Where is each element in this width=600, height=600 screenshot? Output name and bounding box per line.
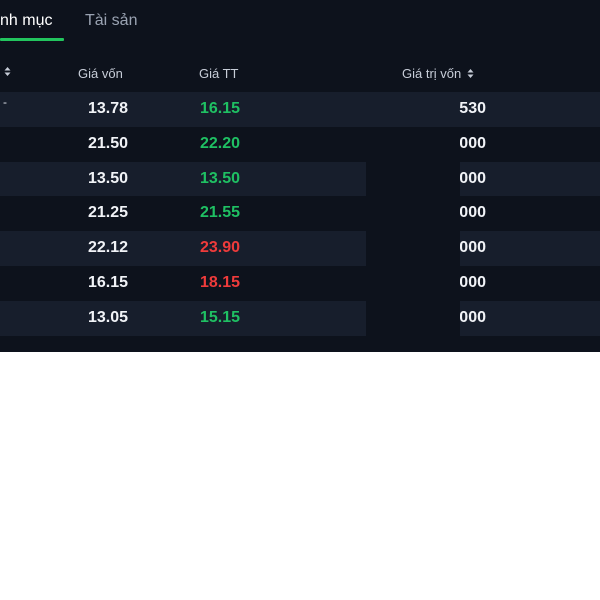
market-price-cell: 15.15 (199, 308, 240, 326)
header-cost-value[interactable]: Giá trị vốn (402, 66, 474, 81)
cost-price-cell: 13.50 (87, 169, 128, 187)
cost-value-cell: 530 (459, 100, 486, 117)
tab-bar: nh mục Tài sản (0, 0, 600, 42)
cost-price-cell: 13.05 (87, 308, 128, 326)
table-header: Giá vốn Giá TT Giá trị vốn (0, 58, 600, 90)
tab-portfolio[interactable]: nh mục (0, 10, 52, 32)
portfolio-panel: nh mục Tài sản Giá vốn Giá TT Giá trị vố… (0, 0, 600, 352)
table-row[interactable]: 13.50 13.50 000 (0, 161, 600, 197)
market-price-cell: 18.15 (199, 273, 240, 291)
table-row[interactable]: 13.05 15.15 000 (0, 300, 600, 336)
tab-assets[interactable]: Tài sản (85, 10, 137, 32)
table-row[interactable]: 16.15 18.15 000 (0, 266, 600, 301)
market-price-cell: 16.15 (199, 100, 240, 117)
row-first-cell: - (3, 95, 7, 109)
cost-price-cell: 21.25 (87, 204, 128, 222)
header-cost-price: Giá vốn (78, 66, 123, 81)
hidden-value-mask (366, 128, 460, 342)
header-market-price: Giá TT (199, 66, 239, 81)
market-price-cell: 23.90 (199, 239, 240, 257)
holdings-table: -13.78 16.15 530 21.50 22.20 000 13.50 13.50 000… (0, 92, 600, 336)
table-row[interactable]: 21.50 22.20 000 (0, 127, 600, 162)
cost-price-cell: 22.12 (87, 239, 128, 257)
table-row[interactable]: - 13.78 16.15 530 (0, 92, 600, 127)
sort-icon[interactable] (467, 68, 474, 79)
header-cost-value-label: Giá trị vốn (402, 66, 462, 81)
table-row[interactable]: 22.12 23.90 000 (0, 231, 600, 266)
active-tab-indicator (0, 38, 64, 41)
market-price-cell: 21.55 (199, 204, 240, 222)
cost-price-cell: 13.78 (87, 100, 128, 117)
table-row[interactable]: 21.25 21.55 000 (0, 196, 600, 231)
header-first-column[interactable] (0, 66, 11, 77)
sort-icon[interactable] (4, 66, 11, 77)
cost-price-cell: 16.15 (87, 273, 128, 291)
market-price-cell: 13.50 (199, 169, 240, 187)
market-price-cell: 22.20 (199, 134, 240, 152)
cost-price-cell: 21.50 (87, 134, 128, 152)
